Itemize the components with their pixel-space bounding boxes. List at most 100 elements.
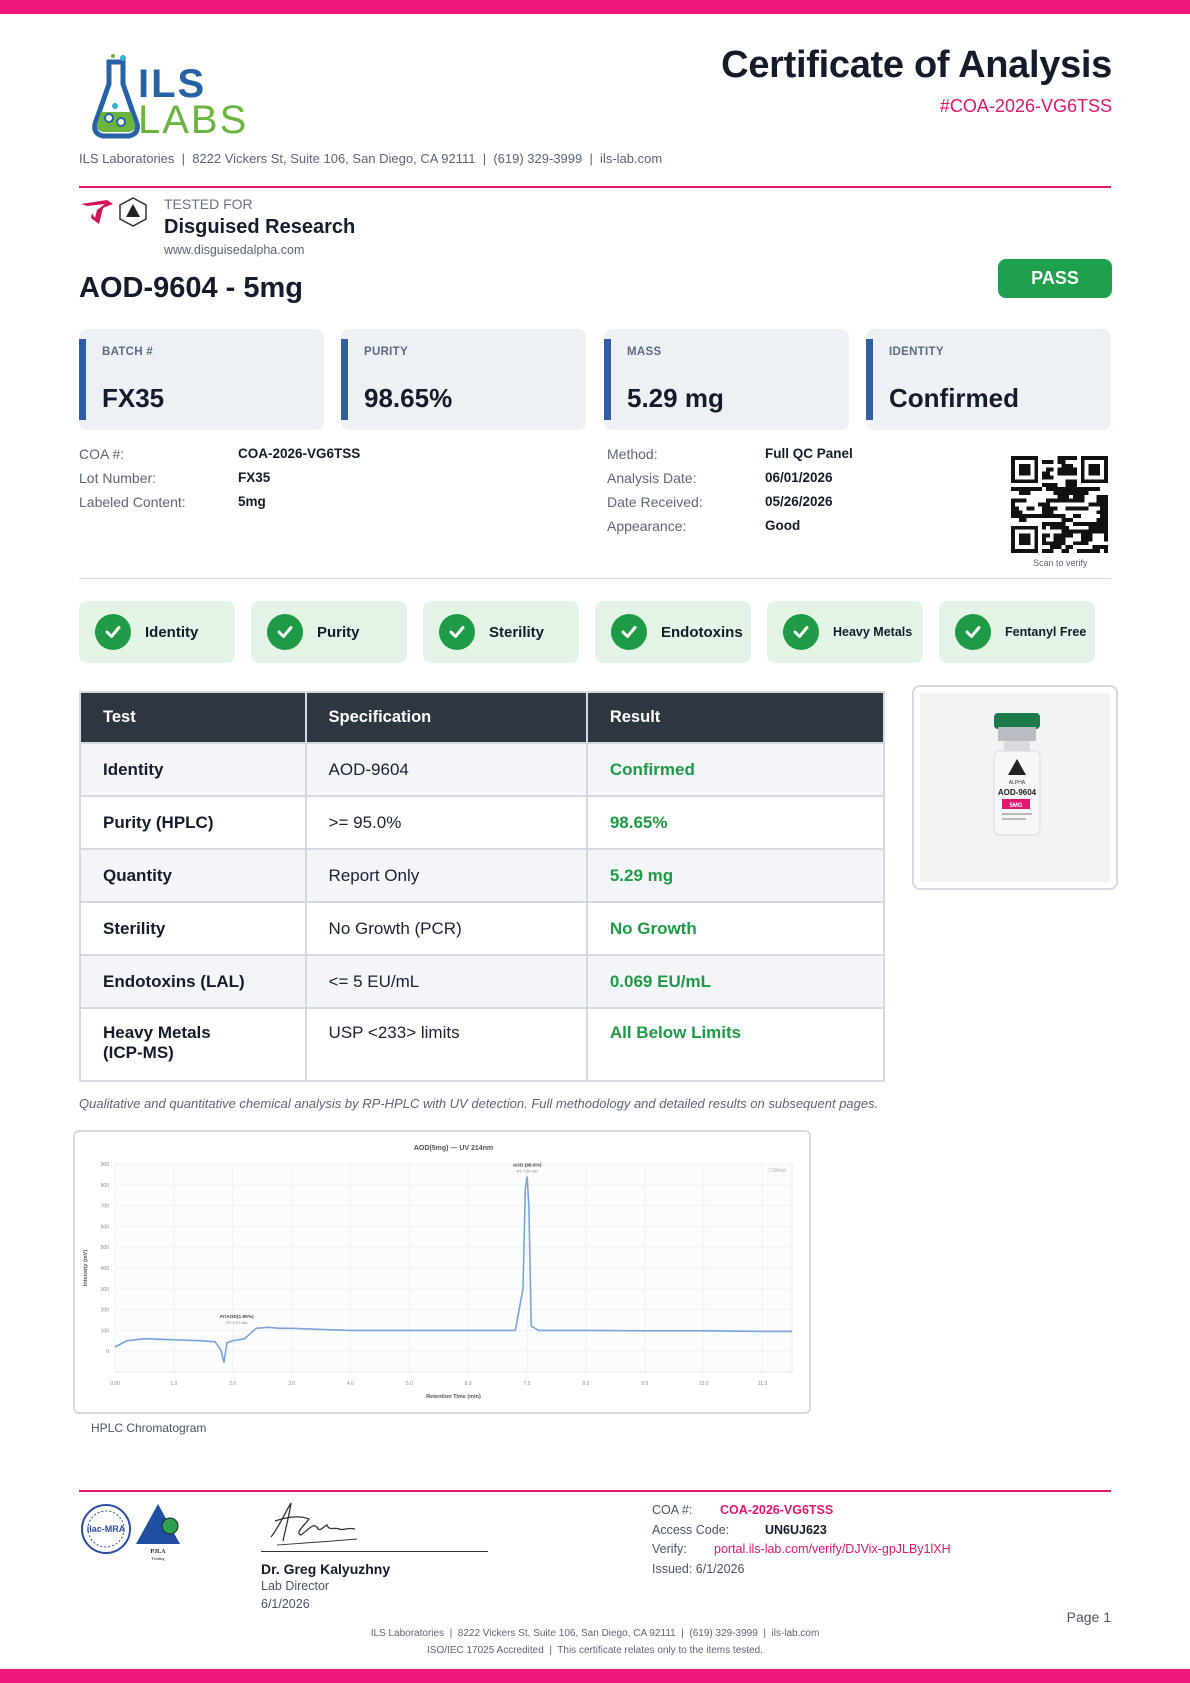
bottom-accent-bar: [0, 1669, 1190, 1683]
pjla-badge: PJLA Testing: [134, 1500, 186, 1564]
verify-url-link[interactable]: portal.ils-lab.com/verify/DJVix-gpJLBy1l…: [714, 1542, 951, 1556]
qr-code[interactable]: [1011, 456, 1108, 553]
hplc-chromatogram: 0.00 1.0 2.0 3.0 4.0 5.0 6.0 7.0 8.0 9.0 10.0 11.0 9…: [83, 1145, 793, 1400]
hplc-chart-frame: 0.00 1.0 2.0 3.0 4.0 5.0 6.0 7.0 8.0 9.0 10.0 11.0 9…: [73, 1130, 811, 1414]
signature-image: [265, 1497, 365, 1549]
detail-label: Lot Number:: [79, 470, 157, 486]
badge-label: Fentanyl Free: [1005, 625, 1087, 639]
detail-value: 05/26/2026: [765, 494, 833, 509]
pjla-subtext: Testing: [151, 1556, 165, 1561]
page-number: Page 1: [1066, 1609, 1111, 1625]
card-label: PURITY: [364, 346, 408, 358]
summary-card-identity: IDENTITY Confirmed: [866, 329, 1111, 430]
footer-accreditation: ISO/IEC 17025 Accredited | This certific…: [427, 1645, 763, 1656]
x-tick-label: 10.0: [699, 1381, 709, 1387]
y-tick-label: 600: [101, 1224, 110, 1230]
check-icon: [611, 614, 647, 650]
card-accent: [79, 339, 86, 420]
card-accent: [341, 339, 348, 420]
badge-sterility: Sterility: [423, 601, 579, 663]
y-tick-label: 900: [101, 1162, 110, 1168]
access-code-label: Access Code:: [652, 1523, 730, 1537]
table-header-row: Test Specification Result: [79, 691, 886, 744]
test-cell: Endotoxins (LAL): [79, 954, 307, 1009]
check-icon: [439, 614, 475, 650]
alpha-logo-icon: [119, 197, 147, 227]
card-accent: [866, 339, 873, 420]
x-tick-label: 7.0: [524, 1381, 531, 1387]
chart-title: AOD(5mg) — UV 214nm: [414, 1145, 493, 1152]
logo-text-labs: LABS: [138, 98, 249, 142]
header-divider: [79, 186, 1111, 188]
badge-purity: Purity: [251, 601, 407, 663]
ilac-mra-badge: ilac-MRA: [79, 1502, 133, 1556]
column-header: Result: [585, 691, 886, 744]
card-value: Confirmed: [889, 383, 1019, 413]
card-label: BATCH #: [102, 346, 154, 358]
spec-cell: >= 95.0%: [304, 795, 588, 850]
detail-label: Appearance:: [607, 518, 687, 534]
card-value: FX35: [102, 383, 165, 413]
check-icon: [95, 614, 131, 650]
column-header: Specification: [304, 691, 588, 744]
qr-caption: Scan to verify: [1033, 558, 1088, 568]
spec-cell: USP <233> limits: [304, 1007, 588, 1082]
test-cell: Heavy Metals (ICP-MS): [79, 1007, 307, 1082]
result-cell: 98.65%: [585, 795, 886, 850]
detail-label: Labeled Content:: [79, 494, 186, 510]
test-cell: Identity: [79, 742, 307, 797]
check-icon: [783, 614, 819, 650]
result-cell: 5.29 mg: [585, 848, 886, 903]
product-photo: ALPHA AOD-9604 5MG: [912, 685, 1118, 890]
y-tick-label: 400: [101, 1266, 110, 1272]
test-cell: Sterility: [79, 901, 307, 956]
summary-card-mass: MASS 5.29 mg: [604, 329, 849, 430]
detail-label: Analysis Date:: [607, 470, 697, 486]
badge-label: Identity: [145, 623, 199, 641]
badge-fentanyl-free: Fentanyl Free: [939, 601, 1095, 663]
detail-label: Method:: [607, 446, 658, 462]
y-tick-label: 200: [101, 1308, 110, 1314]
summary-card-purity: PURITY 98.65%: [341, 329, 586, 430]
x-tick-label: 0.00: [110, 1381, 120, 1387]
footer-divider: [79, 1490, 1111, 1492]
badge-heavy-metals: Heavy Metals: [767, 601, 923, 663]
vial-dose: 5MG: [1009, 803, 1022, 809]
access-code-value: UN6UJ623: [765, 1523, 827, 1537]
footer-address: ILS Laboratories | 8222 Vickers St, Suit…: [370, 1628, 820, 1639]
x-tick-label: 2.0: [229, 1381, 236, 1387]
detail-label: Date Received:: [607, 494, 703, 510]
check-icon: [267, 614, 303, 650]
results-table: Test Specification Result Identity AOD-9…: [79, 691, 886, 1082]
badge-endotoxins: Endotoxins: [595, 601, 751, 663]
client-logo-icon: [79, 198, 115, 228]
x-tick-label: 9.0: [641, 1381, 648, 1387]
verify-url-label: Verify:: [652, 1542, 687, 1556]
product-name: AOD-9604 - 5mg: [79, 272, 304, 304]
result-cell: No Growth: [585, 901, 886, 956]
spec-cell: AOD-9604: [304, 742, 588, 797]
peak-sublabel: RT: 7.00 min: [516, 1169, 537, 1173]
column-header: Test: [79, 691, 307, 744]
x-tick-label: 3.0: [288, 1381, 295, 1387]
card-value: 98.65%: [364, 383, 453, 413]
badge-label: Purity: [317, 623, 360, 641]
table-row: Quantity Report Only 5.29 mg: [79, 848, 886, 903]
y-tick-label: 800: [101, 1183, 110, 1189]
client-website[interactable]: www.disguisedalpha.com: [164, 243, 304, 257]
issued-date: Issued: 6/1/2026: [652, 1562, 745, 1576]
peak-label: AOD (98.6%): [513, 1162, 542, 1168]
coa-id: #COA-2026-VG6TSS: [939, 96, 1112, 116]
spec-cell: <= 5 EU/mL: [304, 954, 588, 1009]
pass-badge: PASS: [998, 259, 1112, 298]
card-accent: [604, 339, 611, 420]
table-row: Sterility No Growth (PCR) No Growth: [79, 901, 886, 956]
x-tick-label: 11.0: [758, 1381, 768, 1387]
y-tick-label: 0: [106, 1349, 109, 1355]
ilac-text: ilac-MRA: [87, 1524, 126, 1534]
badge-identity: Identity: [79, 601, 235, 663]
y-tick-label: 500: [101, 1245, 110, 1251]
badge-label: Heavy Metals: [833, 625, 913, 639]
y-tick-label: 300: [101, 1287, 110, 1293]
vial-image: ALPHA AOD-9604 5MG: [920, 693, 1110, 882]
